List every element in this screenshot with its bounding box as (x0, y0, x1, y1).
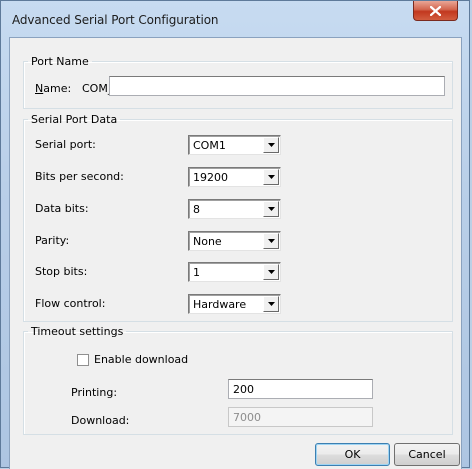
name-label-rest: ame: (43, 82, 72, 95)
data-bits-select[interactable]: 8 (188, 199, 281, 219)
title-bar[interactable]: Advanced Serial Port Configuration (1, 1, 469, 37)
chevron-down-icon (267, 207, 275, 211)
flow-control-select[interactable]: Hardware (188, 294, 281, 314)
name-input[interactable] (109, 76, 445, 96)
dialog-window: Advanced Serial Port Configuration Port … (0, 0, 470, 469)
stop-bits-label: Stop bits: (35, 265, 88, 278)
serial-port-value: COM1 (193, 139, 226, 152)
bits-per-second-label: Bits per second: (35, 170, 124, 183)
serial-port-label: Serial port: (35, 138, 96, 151)
chevron-down-icon (267, 302, 275, 306)
printing-label: Printing: (71, 386, 118, 399)
printing-input[interactable] (228, 379, 373, 399)
dropdown-button[interactable] (263, 233, 279, 249)
close-icon (430, 5, 441, 16)
window-title: Advanced Serial Port Configuration (12, 13, 219, 27)
download-label: Download: (71, 414, 130, 427)
chevron-down-icon (267, 143, 275, 147)
stop-bits-value: 1 (193, 266, 200, 279)
name-label-accel: N (35, 82, 44, 95)
close-button[interactable] (413, 1, 458, 21)
enable-download-label[interactable]: Enable download (94, 353, 188, 366)
bits-per-second-select[interactable]: 19200 (188, 167, 281, 187)
dropdown-button[interactable] (263, 201, 279, 217)
flow-control-value: Hardware (193, 298, 247, 311)
ok-button[interactable]: OK (315, 443, 390, 466)
chevron-down-icon (267, 239, 275, 243)
serial-port-data-legend: Serial Port Data (31, 113, 118, 126)
dialog-client-area: Port Name Name: COM_ Serial Port Data Se… (9, 37, 462, 469)
name-label: Name: (35, 82, 71, 95)
dropdown-button[interactable] (263, 169, 279, 185)
chevron-down-icon (267, 175, 275, 179)
parity-value: None (193, 235, 222, 248)
dropdown-button[interactable] (263, 264, 279, 280)
data-bits-value: 8 (193, 203, 200, 216)
chevron-down-icon (267, 270, 275, 274)
bits-per-second-value: 19200 (193, 171, 228, 184)
flow-control-label: Flow control: (35, 297, 106, 310)
cancel-button[interactable]: Cancel (394, 443, 460, 466)
timeout-settings-legend: Timeout settings (31, 325, 124, 338)
dropdown-button[interactable] (263, 137, 279, 153)
enable-download-checkbox[interactable] (77, 354, 89, 366)
data-bits-label: Data bits: (35, 202, 89, 215)
stop-bits-select[interactable]: 1 (188, 262, 281, 282)
serial-port-select[interactable]: COM1 (188, 135, 281, 155)
dropdown-button[interactable] (263, 296, 279, 312)
download-input[interactable] (228, 407, 373, 427)
port-name-legend: Port Name (31, 55, 89, 68)
parity-label: Parity: (35, 234, 70, 247)
parity-select[interactable]: None (188, 231, 281, 251)
